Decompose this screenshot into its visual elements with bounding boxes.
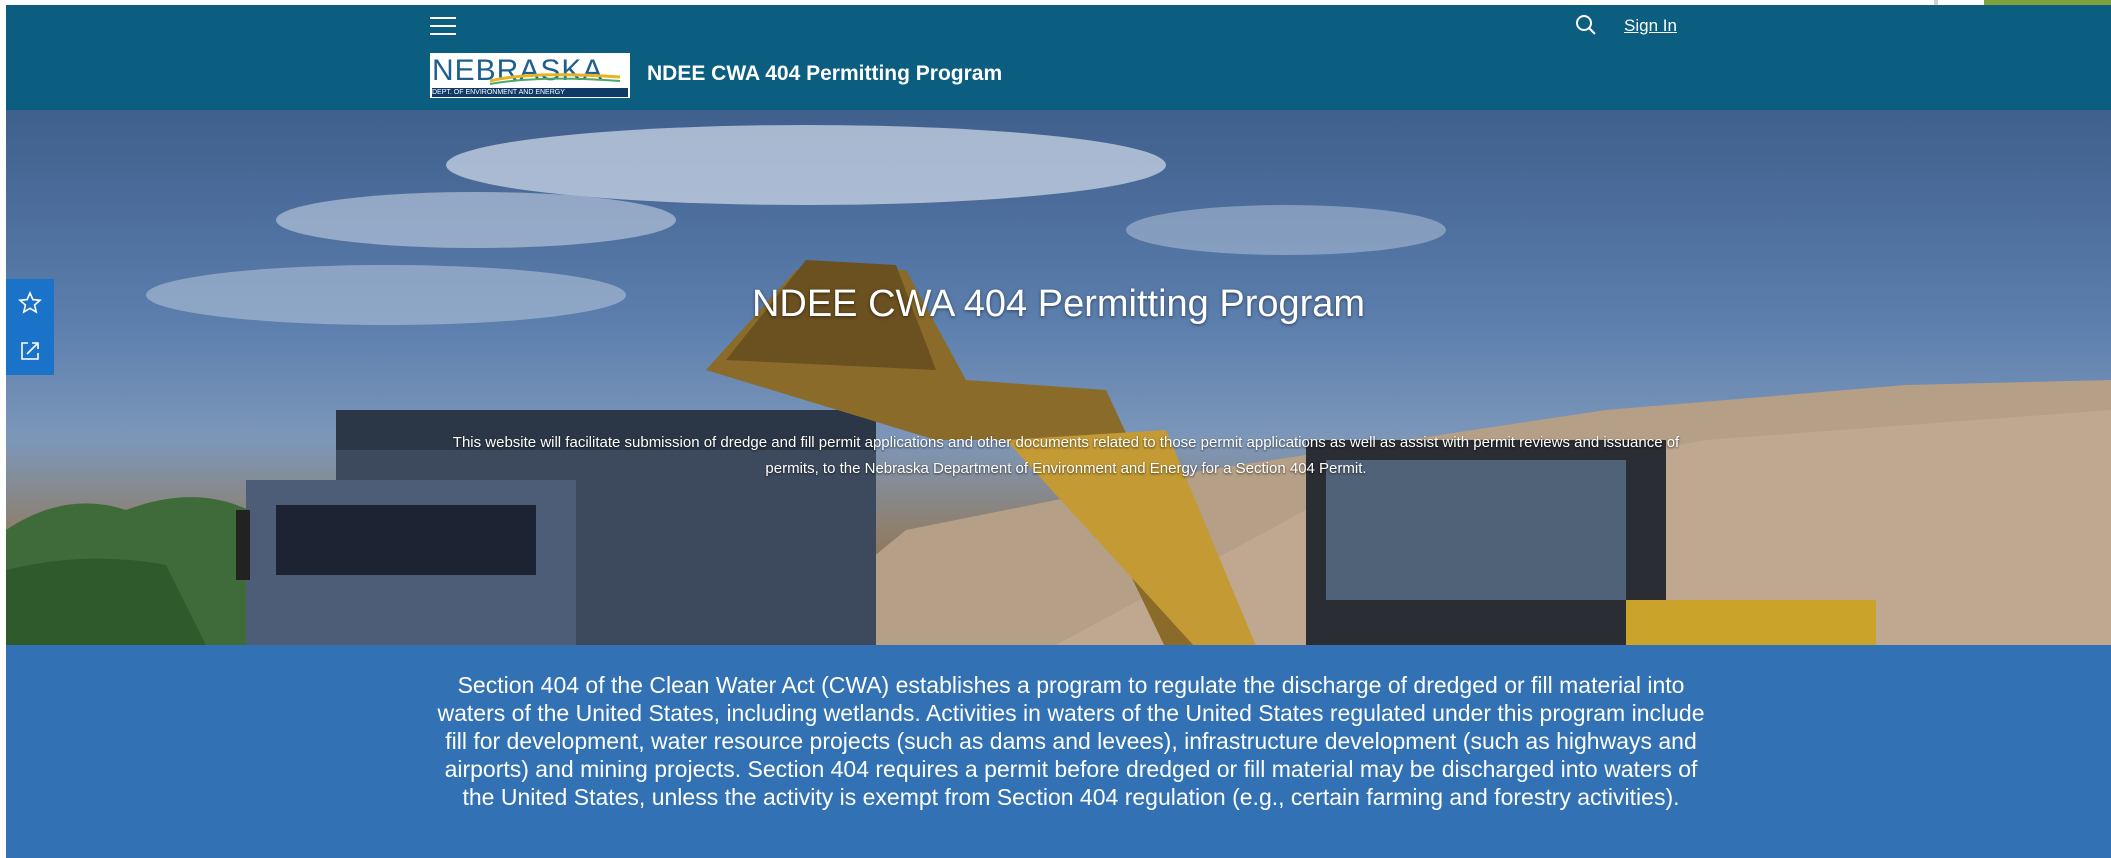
page-frame: Sign In NEBRASKA DEPT. OF ENVIRONMENT AN… (6, 5, 2111, 858)
search-icon[interactable] (1574, 13, 1598, 37)
logo-subtext: DEPT. OF ENVIRONMENT AND ENERGY (432, 88, 628, 97)
site-title[interactable]: NDEE CWA 404 Permitting Program (647, 62, 1002, 86)
site-header: Sign In NEBRASKA DEPT. OF ENVIRONMENT AN… (6, 5, 2111, 110)
sign-in-link[interactable]: Sign In (1624, 16, 1677, 36)
side-action-bar (6, 279, 54, 375)
nebraska-logo[interactable]: NEBRASKA DEPT. OF ENVIRONMENT AND ENERGY (430, 53, 630, 98)
hamburger-menu-icon[interactable] (430, 13, 456, 37)
hero-background-image (6, 125, 2111, 645)
star-icon[interactable] (18, 291, 42, 315)
hero-description: This website will facilitate submission … (452, 434, 1680, 477)
section-404-text: Section 404 of the Clean Water Act (CWA)… (437, 672, 1705, 810)
hero-banner: NDEE CWA 404 Permitting Program This web… (6, 110, 2111, 645)
corner-decoration (1934, 0, 2111, 5)
share-icon[interactable] (18, 339, 42, 363)
section-404-info: Section 404 of the Clean Water Act (CWA)… (6, 645, 2111, 858)
hero-title: NDEE CWA 404 Permitting Program (751, 283, 1366, 325)
